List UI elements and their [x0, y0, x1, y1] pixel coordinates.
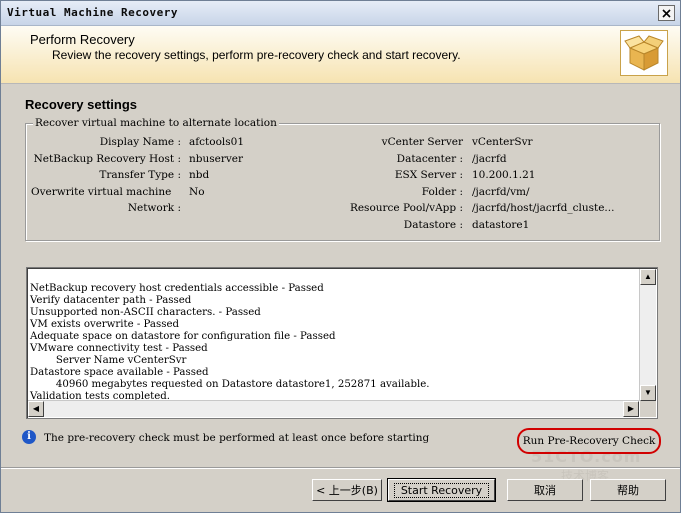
info-message: The pre-recovery check must be performed… [44, 432, 430, 444]
log-line: 40960 megabytes requested on Datastore d… [30, 379, 430, 390]
scroll-up-button[interactable]: ▲ [640, 269, 656, 285]
log-line: Datastore space available - Passed [30, 367, 209, 378]
horizontal-scrollbar[interactable]: ◀ ▶ [28, 400, 639, 417]
help-button[interactable]: 帮助 [590, 479, 666, 501]
recovery-dialog: Virtual Machine Recovery Perform Recover… [0, 0, 681, 513]
vertical-scrollbar[interactable]: ▲ ▼ [639, 269, 656, 401]
cancel-button-label: 取消 [534, 484, 556, 497]
run-pre-recovery-check-button[interactable]: Run Pre-Recovery Check [519, 431, 659, 451]
close-icon [662, 8, 671, 18]
recovery-host-value: nbuserver [189, 153, 244, 165]
package-box-icon [620, 30, 668, 76]
log-line: NetBackup recovery host credentials acce… [30, 283, 324, 294]
datastore-label: Datastore : [403, 219, 463, 231]
log-line: Unsupported non-ASCII characters. - Pass… [30, 307, 261, 318]
scroll-left-button[interactable]: ◀ [28, 401, 44, 417]
network-label: Network : [127, 202, 181, 214]
back-button[interactable]: < 上一步(B) [312, 479, 382, 501]
log-line: Adequate space on datastore for configur… [30, 331, 336, 342]
page-subtitle: Review the recovery settings, perform pr… [52, 48, 461, 62]
datacenter-label: Datacenter : [396, 153, 463, 165]
scroll-corner [640, 401, 656, 417]
wizard-header: Perform Recovery Review the recovery set… [1, 26, 680, 84]
settings-group-label: Recover virtual machine to alternate loc… [33, 117, 279, 129]
datacenter-value: /jacrfd [472, 153, 507, 165]
folder-value: /jacrfd/vm/ [472, 186, 530, 198]
transfer-type-value: nbd [189, 169, 210, 181]
close-button[interactable] [658, 5, 675, 21]
help-button-label: 帮助 [617, 484, 639, 497]
display-name-label: Display Name : [99, 136, 181, 148]
esx-server-label: ESX Server : [394, 169, 463, 181]
scroll-down-button[interactable]: ▼ [640, 385, 656, 401]
cancel-button[interactable]: 取消 [507, 479, 583, 501]
folder-label: Folder : [421, 186, 463, 198]
title-bar[interactable]: Virtual Machine Recovery [1, 1, 680, 26]
validation-log[interactable]: NetBackup recovery host credentials acce… [26, 267, 658, 419]
window-title: Virtual Machine Recovery [7, 6, 178, 19]
info-icon: i [22, 430, 36, 444]
esx-server-value: 10.200.1.21 [472, 169, 536, 181]
start-recovery-button[interactable]: Start Recovery [387, 478, 496, 502]
resource-pool-label: Resource Pool/vApp : [349, 202, 463, 214]
page-title: Perform Recovery [30, 32, 135, 47]
button-separator [1, 467, 680, 469]
section-title: Recovery settings [25, 97, 137, 112]
log-line: Verify datacenter path - Passed [30, 295, 192, 306]
overwrite-vm-label: Overwrite virtual machine [31, 186, 172, 198]
start-recovery-label: Start Recovery [393, 482, 490, 498]
vcenter-server-value: vCenterSvr [472, 136, 533, 148]
display-name-value: afctools01 [189, 136, 244, 148]
log-text: NetBackup recovery host credentials acce… [30, 271, 430, 403]
log-line: VM exists overwrite - Passed [30, 319, 180, 330]
log-line: Server Name vCenterSvr [30, 355, 187, 366]
log-line: VMware connectivity test - Passed [30, 343, 208, 354]
datastore-value: datastore1 [472, 219, 530, 231]
transfer-type-label: Transfer Type : [99, 169, 181, 181]
resource-pool-value: /jacrfd/host/jacrfd_cluste... [472, 202, 615, 214]
vcenter-server-label: vCenter Server [381, 136, 463, 148]
scroll-right-button[interactable]: ▶ [623, 401, 639, 417]
overwrite-vm-value: No [189, 186, 205, 198]
back-button-label: < 上一步(B) [316, 484, 378, 497]
recovery-host-label: NetBackup Recovery Host : [33, 153, 181, 165]
